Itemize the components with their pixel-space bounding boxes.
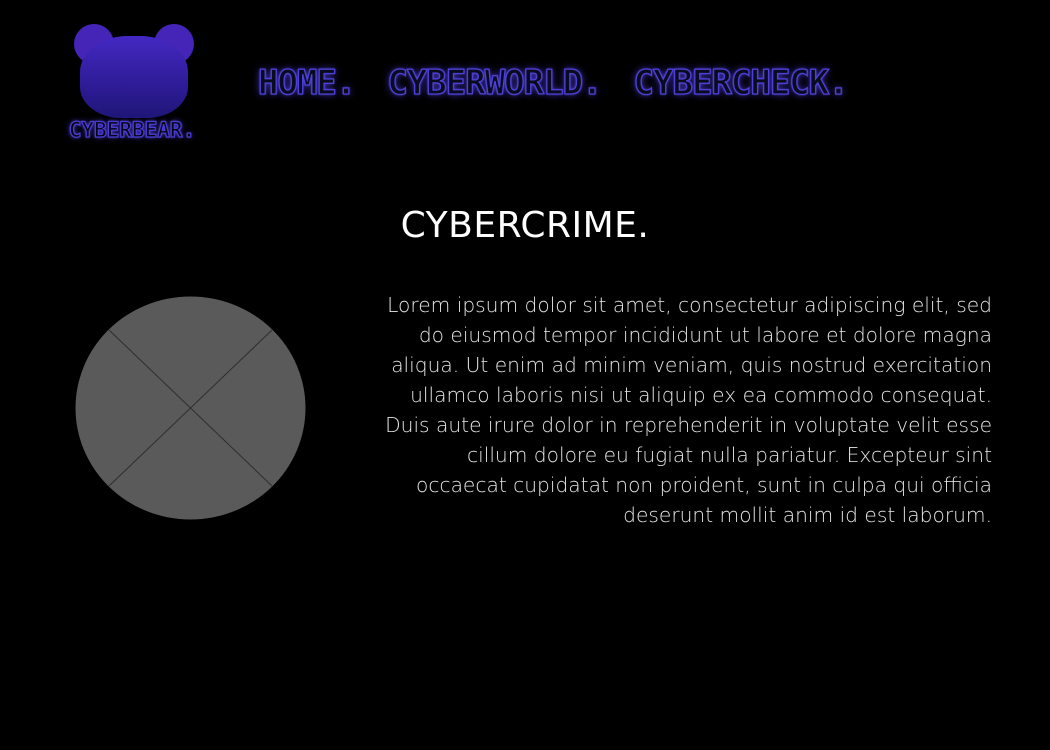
image-placeholder-icon bbox=[75, 296, 306, 520]
nav-link-cyberworld[interactable]: CYBERWORLD. bbox=[387, 62, 603, 103]
nav-link-home[interactable]: HOME. bbox=[257, 62, 357, 103]
page-title: CYBERCRIME. bbox=[400, 205, 650, 246]
nav-link-cybercheck[interactable]: CYBERCHECK. bbox=[633, 62, 849, 103]
brand-name: CYBERBEAR. bbox=[68, 117, 196, 142]
main-nav: HOME. CYBERWORLD. CYBERCHECK. bbox=[257, 58, 849, 108]
body-paragraph: Lorem ipsum dolor sit amet, consectetur … bbox=[385, 293, 992, 527]
bear-head bbox=[80, 36, 188, 118]
brand-logo[interactable]: CYBERBEAR. bbox=[34, 22, 230, 152]
bear-logo-icon bbox=[74, 24, 194, 118]
